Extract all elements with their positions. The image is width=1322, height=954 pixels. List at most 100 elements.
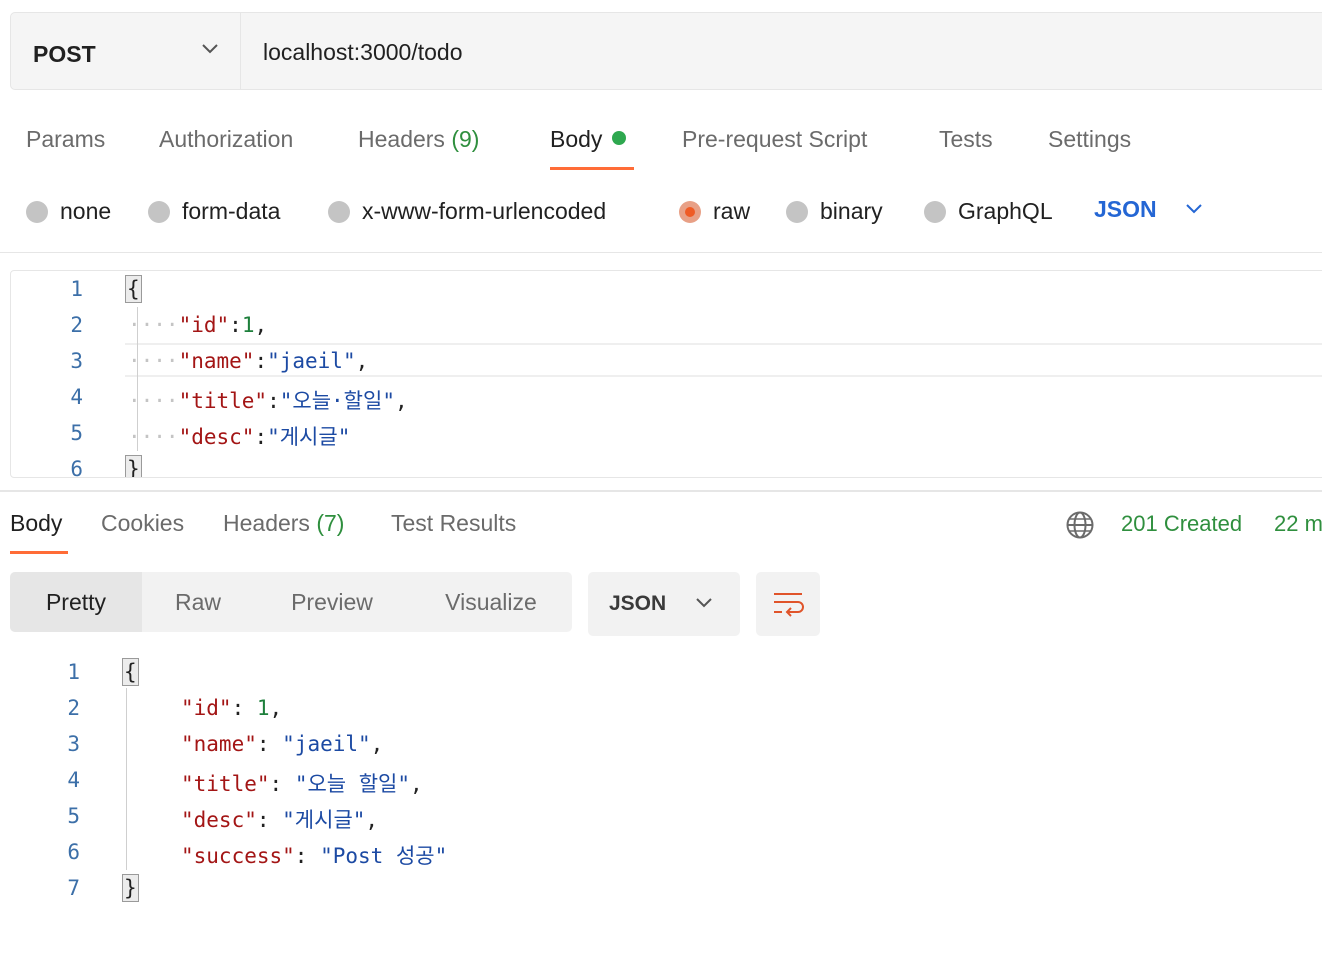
response-tab-headers-label: Headers <box>223 510 310 536</box>
json-colon: : <box>256 808 283 832</box>
radio-urlencoded[interactable]: x-www-form-urlencoded <box>328 198 606 225</box>
json-key: "name" <box>178 349 255 373</box>
line-number: 7 <box>67 876 80 900</box>
json-colon: : <box>254 425 268 449</box>
brace-open: { <box>122 658 139 686</box>
json-comma: , <box>355 349 369 373</box>
json-key: "desc" <box>178 425 255 449</box>
line-number: 2 <box>70 313 83 337</box>
language-select[interactable]: JSON <box>1094 196 1157 223</box>
body-indicator-dot <box>612 131 627 145</box>
json-colon: : <box>229 313 242 337</box>
json-comma: , <box>394 389 408 413</box>
json-value: 1 <box>241 313 255 337</box>
chevron-down-icon[interactable] <box>1184 202 1204 216</box>
json-key: "title" <box>178 389 268 413</box>
json-key: "name" <box>181 732 257 756</box>
view-visualize-button[interactable]: Visualize <box>410 572 572 632</box>
divider <box>0 252 1322 253</box>
radio-circle-selected <box>679 201 701 223</box>
line-number: 6 <box>70 457 83 478</box>
line-number: 3 <box>67 732 80 756</box>
code-line: } <box>122 874 139 902</box>
response-view-modes: Pretty Raw Preview Visualize <box>10 572 572 632</box>
view-raw-button[interactable]: Raw <box>142 572 254 632</box>
tab-body[interactable]: Body <box>550 126 627 153</box>
method-select[interactable]: POST <box>11 13 241 89</box>
response-format-label: JSON <box>609 592 667 615</box>
chevron-down-icon <box>696 598 712 608</box>
json-colon: : <box>267 389 280 413</box>
request-body-editor[interactable]: 1 2 3 4 5 6 { ····"id":1, ····"name":"ja… <box>10 270 1322 478</box>
response-format-select[interactable]: JSON <box>588 572 740 636</box>
code-line: ····"id":1, <box>128 313 267 337</box>
line-number: 6 <box>67 840 80 864</box>
radio-raw-label: raw <box>713 198 751 224</box>
radio-raw[interactable]: raw <box>679 198 750 225</box>
response-status[interactable]: 201 Created <box>1121 511 1242 537</box>
json-value: "오늘 할일" <box>294 772 411 796</box>
response-tab-cookies[interactable]: Cookies <box>101 510 184 537</box>
tab-prerequest-script[interactable]: Pre-request Script <box>682 126 867 153</box>
line-number: 1 <box>70 277 83 301</box>
radio-none-label: none <box>60 198 112 224</box>
active-tab-underline <box>10 551 68 554</box>
whitespace-marker: ···· <box>128 313 179 337</box>
radio-none[interactable]: none <box>26 198 111 225</box>
line-number: 4 <box>70 385 83 409</box>
json-colon: : <box>254 349 268 373</box>
json-key: "desc" <box>181 808 257 832</box>
pane-divider[interactable] <box>0 490 1322 492</box>
radio-graphql-label: GraphQL <box>958 198 1053 224</box>
tab-headers-label: Headers <box>358 126 445 152</box>
tab-headers[interactable]: Headers (9) <box>358 126 479 153</box>
json-value: "Post 성공" <box>320 844 448 868</box>
brace-open: { <box>125 275 142 303</box>
radio-circle <box>924 201 946 223</box>
code-line: { <box>125 275 142 303</box>
whitespace-marker: ···· <box>128 389 179 413</box>
response-tab-body[interactable]: Body <box>10 510 62 537</box>
code-line: "name": "jaeil", <box>181 732 383 756</box>
globe-icon[interactable] <box>1065 510 1095 540</box>
response-tab-test-results[interactable]: Test Results <box>391 510 516 537</box>
url-input[interactable] <box>263 35 1263 69</box>
radio-form-data-label: form-data <box>182 198 281 224</box>
json-key: "id" <box>178 313 230 337</box>
json-comma: , <box>254 313 268 337</box>
code-line: "desc": "게시글", <box>181 804 378 834</box>
tab-params[interactable]: Params <box>26 126 105 153</box>
line-number: 5 <box>70 421 83 445</box>
radio-graphql[interactable]: GraphQL <box>924 198 1053 225</box>
json-colon: : <box>256 732 283 756</box>
code-line: "success": "Post 성공" <box>181 840 447 870</box>
brace-close: } <box>125 455 142 477</box>
code-line: { <box>122 658 139 686</box>
view-pretty-button[interactable]: Pretty <box>10 572 142 632</box>
line-number: 1 <box>67 660 80 684</box>
code-line: ····"desc":"게시글" <box>128 421 350 451</box>
tab-settings[interactable]: Settings <box>1048 126 1131 153</box>
view-preview-button[interactable]: Preview <box>254 572 410 632</box>
response-time[interactable]: 22 m <box>1274 511 1322 537</box>
json-value: "jaeil" <box>282 732 371 756</box>
method-label: POST <box>33 41 96 67</box>
line-number: 3 <box>70 349 83 373</box>
radio-circle <box>328 201 350 223</box>
response-tab-headers[interactable]: Headers (7) <box>223 510 344 537</box>
json-key: "title" <box>181 772 270 796</box>
json-value: 1 <box>256 696 270 720</box>
json-value: "jaeil" <box>267 349 356 373</box>
tab-tests[interactable]: Tests <box>939 126 993 153</box>
tab-authorization[interactable]: Authorization <box>159 126 293 153</box>
json-comma: , <box>365 808 379 832</box>
wrap-lines-button[interactable] <box>756 572 820 636</box>
json-value: "오늘·할일" <box>279 389 395 413</box>
json-colon: : <box>269 772 295 796</box>
response-body-viewer[interactable]: 1 2 3 4 5 6 7 { "id": 1, "name": "jaeil"… <box>0 652 1322 932</box>
wrap-lines-icon <box>774 593 804 617</box>
radio-binary[interactable]: binary <box>786 198 883 225</box>
radio-form-data[interactable]: form-data <box>148 198 280 225</box>
code-line: "title": "오늘 할일", <box>181 768 423 798</box>
indent-guide <box>126 688 127 870</box>
